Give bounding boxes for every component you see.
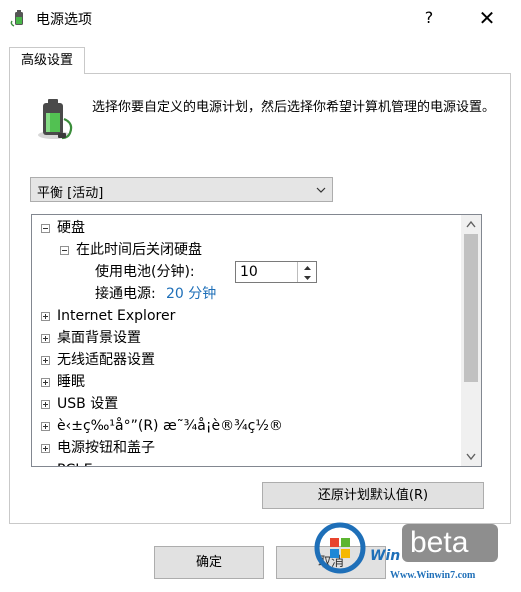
tree-item-turn-off-disk[interactable]: 在此时间后关闭硬盘 [76,239,202,261]
battery-icon [38,99,73,140]
expand-icon[interactable] [41,356,50,365]
tab-advanced-settings[interactable]: 高级设置 [9,47,85,74]
title-bar: 电源选项 ? ✕ [0,0,521,36]
on-battery-label: 使用电池(分钟): [95,264,195,280]
tree-item-sleep[interactable]: 睡眠 [57,371,85,393]
settings-tree: 硬盘 在此时间后关闭硬盘 使用电池(分钟): 10 接通电源: 20 分钟 In… [31,214,482,467]
vertical-scrollbar[interactable] [461,215,481,466]
window-title: 电源选项 [36,12,92,28]
scroll-thumb[interactable] [464,234,478,382]
watermark-beta-badge: beta [402,524,498,562]
tree-item-usb-settings[interactable]: USB 设置 [57,393,118,415]
power-plan-select[interactable]: 平衡 [活动] [30,177,333,202]
expand-icon[interactable] [41,466,50,467]
expand-icon[interactable] [41,378,50,387]
power-options-icon [10,10,23,27]
triangle-down-icon [304,276,311,280]
spin-down-button[interactable] [297,272,316,282]
scroll-down-icon[interactable] [461,448,481,465]
tree-item-power-buttons[interactable]: 电源按钮和盖子 [57,437,155,459]
windows-logo-icon [314,522,366,574]
power-plan-value: 平衡 [活动] [37,186,104,201]
description-text: 选择你要自定义的电源计划，然后选择你希望计算机管理的电源设置。 [92,100,496,115]
expand-icon[interactable] [41,422,50,431]
help-button[interactable]: ? [412,4,446,32]
plugged-in-label: 接通电源: [95,286,156,302]
chevron-down-icon [316,187,326,193]
watermark-url: Www.Winwin7.com [390,570,476,581]
collapse-icon[interactable] [60,246,69,255]
expand-icon[interactable] [41,400,50,409]
tree-item-desktop-background[interactable]: 桌面背景设置 [57,327,141,349]
collapse-icon[interactable] [41,224,50,233]
expand-icon[interactable] [41,444,50,453]
close-button[interactable]: ✕ [468,4,506,32]
tree-item-hard-disk[interactable]: 硬盘 [57,217,85,239]
plugged-in-value-link[interactable]: 20 分钟 [166,283,216,305]
tree-item-internet-explorer[interactable]: Internet Explorer [57,305,175,327]
on-battery-value: 10 [240,264,258,280]
expand-icon[interactable] [41,312,50,321]
minutes-spinner [297,262,316,282]
expand-icon[interactable] [41,334,50,343]
tree-item-pci-express[interactable]: PCI Express [57,459,138,466]
tree-item-wireless-adapter[interactable]: 无线适配器设置 [57,349,155,371]
ok-button[interactable]: 确定 [154,546,264,579]
watermark-win-text: Win [370,548,401,564]
restore-defaults-button[interactable]: 还原计划默认值(R) [262,482,484,509]
watermark-beta-text: beta [410,526,469,559]
watermark: Win beta Www.Winwin7.com [314,520,518,588]
settings-tree-content: 硬盘 在此时间后关闭硬盘 使用电池(分钟): 10 接通电源: 20 分钟 In… [32,215,462,467]
spin-up-button[interactable] [297,262,316,272]
tree-item-intel-graphics[interactable]: è‹±ç‰¹å°”(R) æ˜¾å¡è®¾ç½® [57,415,283,437]
scroll-up-icon[interactable] [461,216,481,233]
